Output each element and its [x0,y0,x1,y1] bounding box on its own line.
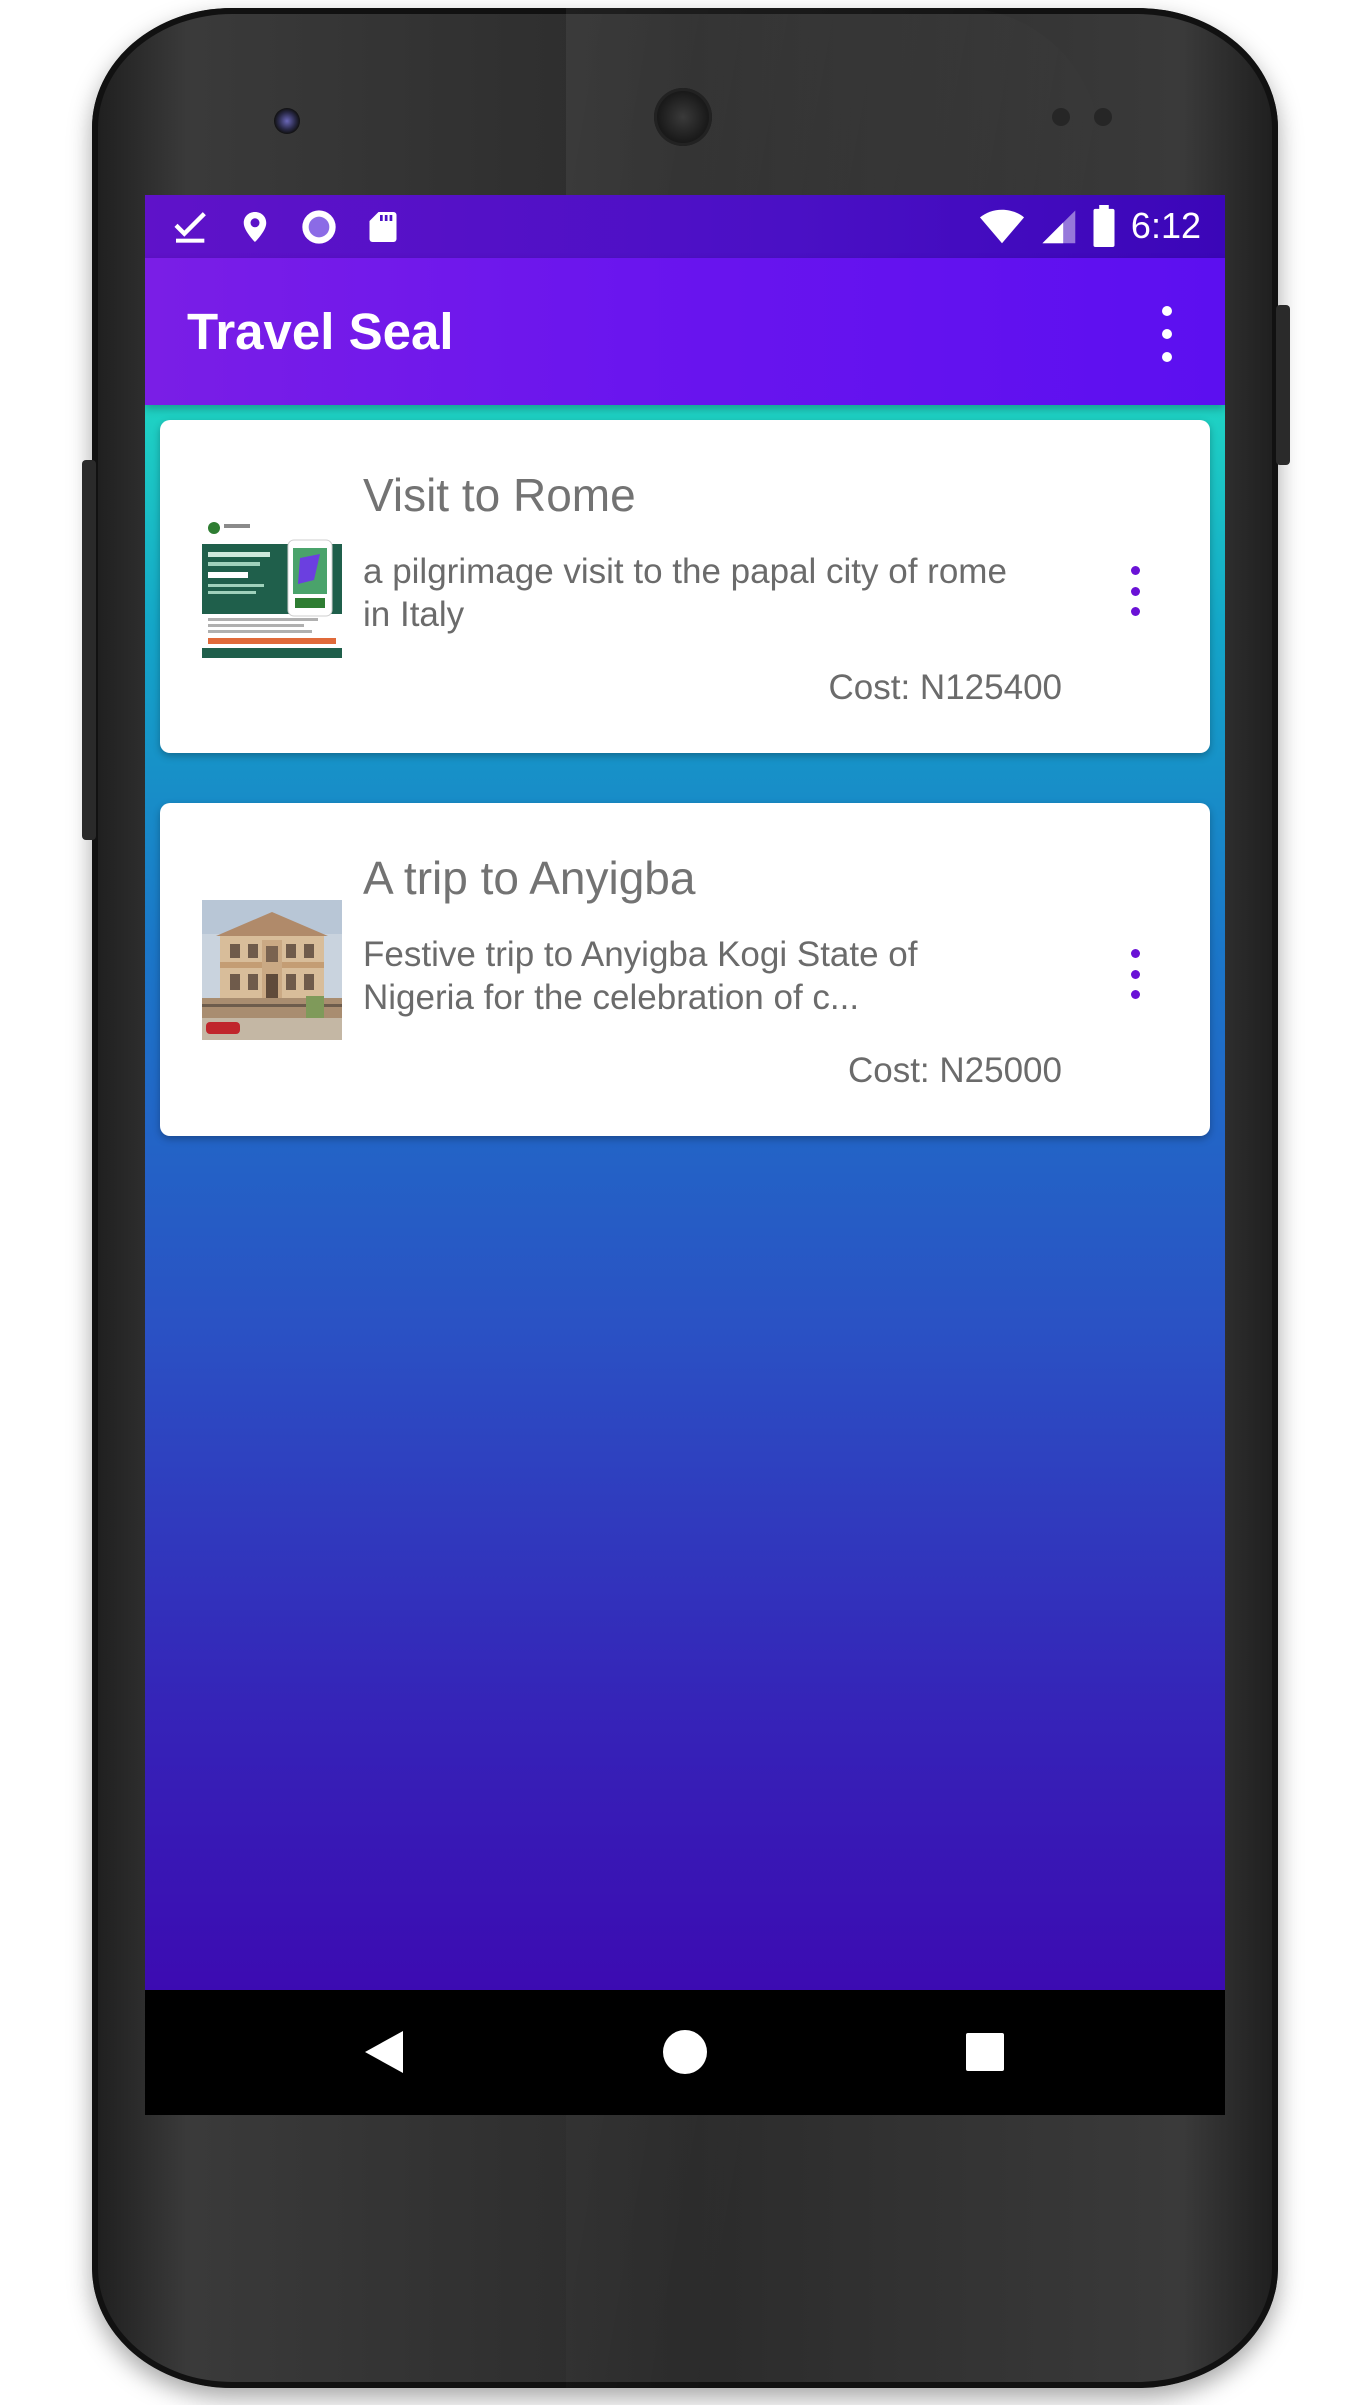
status-icons-left [171,207,401,247]
back-triangle-icon[interactable] [353,2020,417,2084]
volume-button [82,460,96,840]
building-graphic [202,900,342,1040]
status-icons-right: 6:12 [979,203,1201,249]
home-circle-shape [663,2030,707,2074]
trip-title: A trip to Anyigba [363,852,696,904]
menu-dot [1162,329,1172,339]
wifi-icon [979,209,1024,244]
trip-card[interactable]: A trip to Anyigba Festive trip to Anyigb… [160,803,1210,1136]
light-sensor [1094,108,1112,126]
download-done-icon [174,212,206,243]
more-vert-icon[interactable] [1120,949,1150,999]
menu-dot [1130,566,1140,575]
trip-cost: Cost: N125400 [828,668,1062,707]
menu-dot [1162,306,1172,316]
more-vert-icon[interactable] [1147,306,1187,362]
battery-icon [1093,205,1115,247]
navigation-bar [145,1990,1225,2115]
menu-dot [1130,969,1140,979]
sd-card-icon [369,212,397,242]
status-time: 6:12 [1130,205,1201,246]
recents-square-icon[interactable] [953,2020,1017,2084]
menu-dot [1130,949,1140,958]
trip-description: Festive trip to Anyigba Kogi State of Ni… [363,935,918,1017]
menu-dot [1130,586,1140,596]
cell-signal-icon [1042,210,1076,244]
power-button [1276,305,1290,465]
front-camera [274,108,300,134]
app-title: Travel Seal [187,303,454,360]
flyer-image [202,518,342,658]
home-circle-icon[interactable] [653,2020,717,2084]
trip-title: Visit to Rome [363,469,636,521]
earpiece-speaker [654,88,712,146]
screen: 6:12 Travel Seal Visit to Rome a pilgrim… [145,195,1225,2115]
trip-description: a pilgrimage visit to the papal city of … [363,552,1007,634]
trip-list: Visit to Rome a pilgrimage visit to the … [145,405,1225,1990]
back-triangle-shape [365,2031,403,2073]
more-vert-icon[interactable] [1120,566,1150,616]
status-bar: 6:12 [145,195,1225,258]
proximity-sensor [1052,108,1070,126]
app-bar: Travel Seal [145,258,1225,405]
recents-square-shape [966,2033,1004,2071]
building-photo [202,900,342,1040]
flyer-graphic [202,518,342,658]
radio-button-icon [302,210,336,244]
trip-card[interactable]: Visit to Rome a pilgrimage visit to the … [160,420,1210,753]
menu-dot [1130,990,1140,999]
trip-cost: Cost: N25000 [847,1051,1062,1090]
menu-dot [1130,607,1140,616]
location-pin-icon [243,212,267,242]
menu-dot [1162,352,1172,362]
